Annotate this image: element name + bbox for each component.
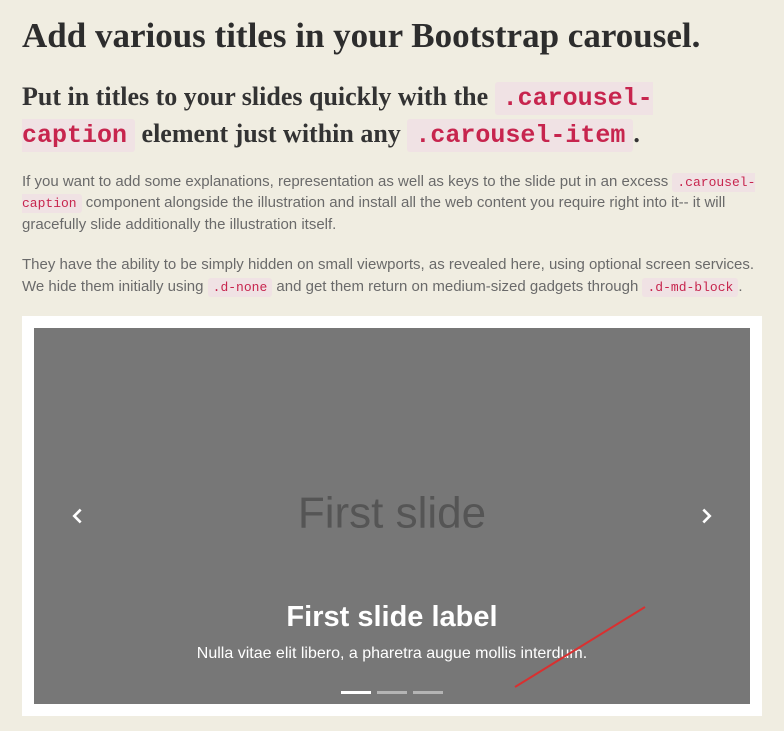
subtitle-text-2: element just within any (135, 119, 407, 148)
carousel-next-button[interactable] (696, 505, 718, 527)
page-title: Add various titles in your Bootstrap car… (22, 15, 762, 57)
para2-text-2: and get them return on medium-sized gadg… (272, 278, 642, 295)
carousel-container: First slide First slide label Nulla vita… (22, 316, 762, 716)
para1-text-2: component alongside the illustration and… (22, 194, 725, 233)
carousel-caption: First slide label Nulla vitae elit liber… (34, 601, 750, 665)
caption-title: First slide label (34, 601, 750, 634)
carousel-indicator-3[interactable] (413, 691, 443, 694)
carousel: First slide First slide label Nulla vita… (34, 328, 750, 704)
chevron-left-icon (66, 505, 88, 527)
carousel-prev-button[interactable] (66, 505, 88, 527)
chevron-right-icon (696, 505, 718, 527)
carousel-indicators (341, 691, 443, 694)
subtitle-text-3: . (633, 119, 640, 148)
subtitle-text-1: Put in titles to your slides quickly wit… (22, 82, 495, 111)
slide-placeholder-text: First slide (298, 488, 486, 538)
carousel-indicator-1[interactable] (341, 691, 371, 694)
page-subtitle: Put in titles to your slides quickly wit… (22, 79, 762, 153)
carousel-indicator-2[interactable] (377, 691, 407, 694)
paragraph-2: They have the ability to be simply hidde… (22, 254, 762, 298)
caption-text: Nulla vitae elit libero, a pharetra augu… (34, 642, 750, 665)
code-d-none: .d-none (208, 278, 273, 297)
code-carousel-item: .carousel-item (407, 119, 633, 152)
para1-text-1: If you want to add some explanations, re… (22, 173, 672, 190)
code-d-md-block: .d-md-block (642, 278, 738, 297)
para2-text-3: . (738, 278, 742, 295)
paragraph-1: If you want to add some explanations, re… (22, 171, 762, 236)
